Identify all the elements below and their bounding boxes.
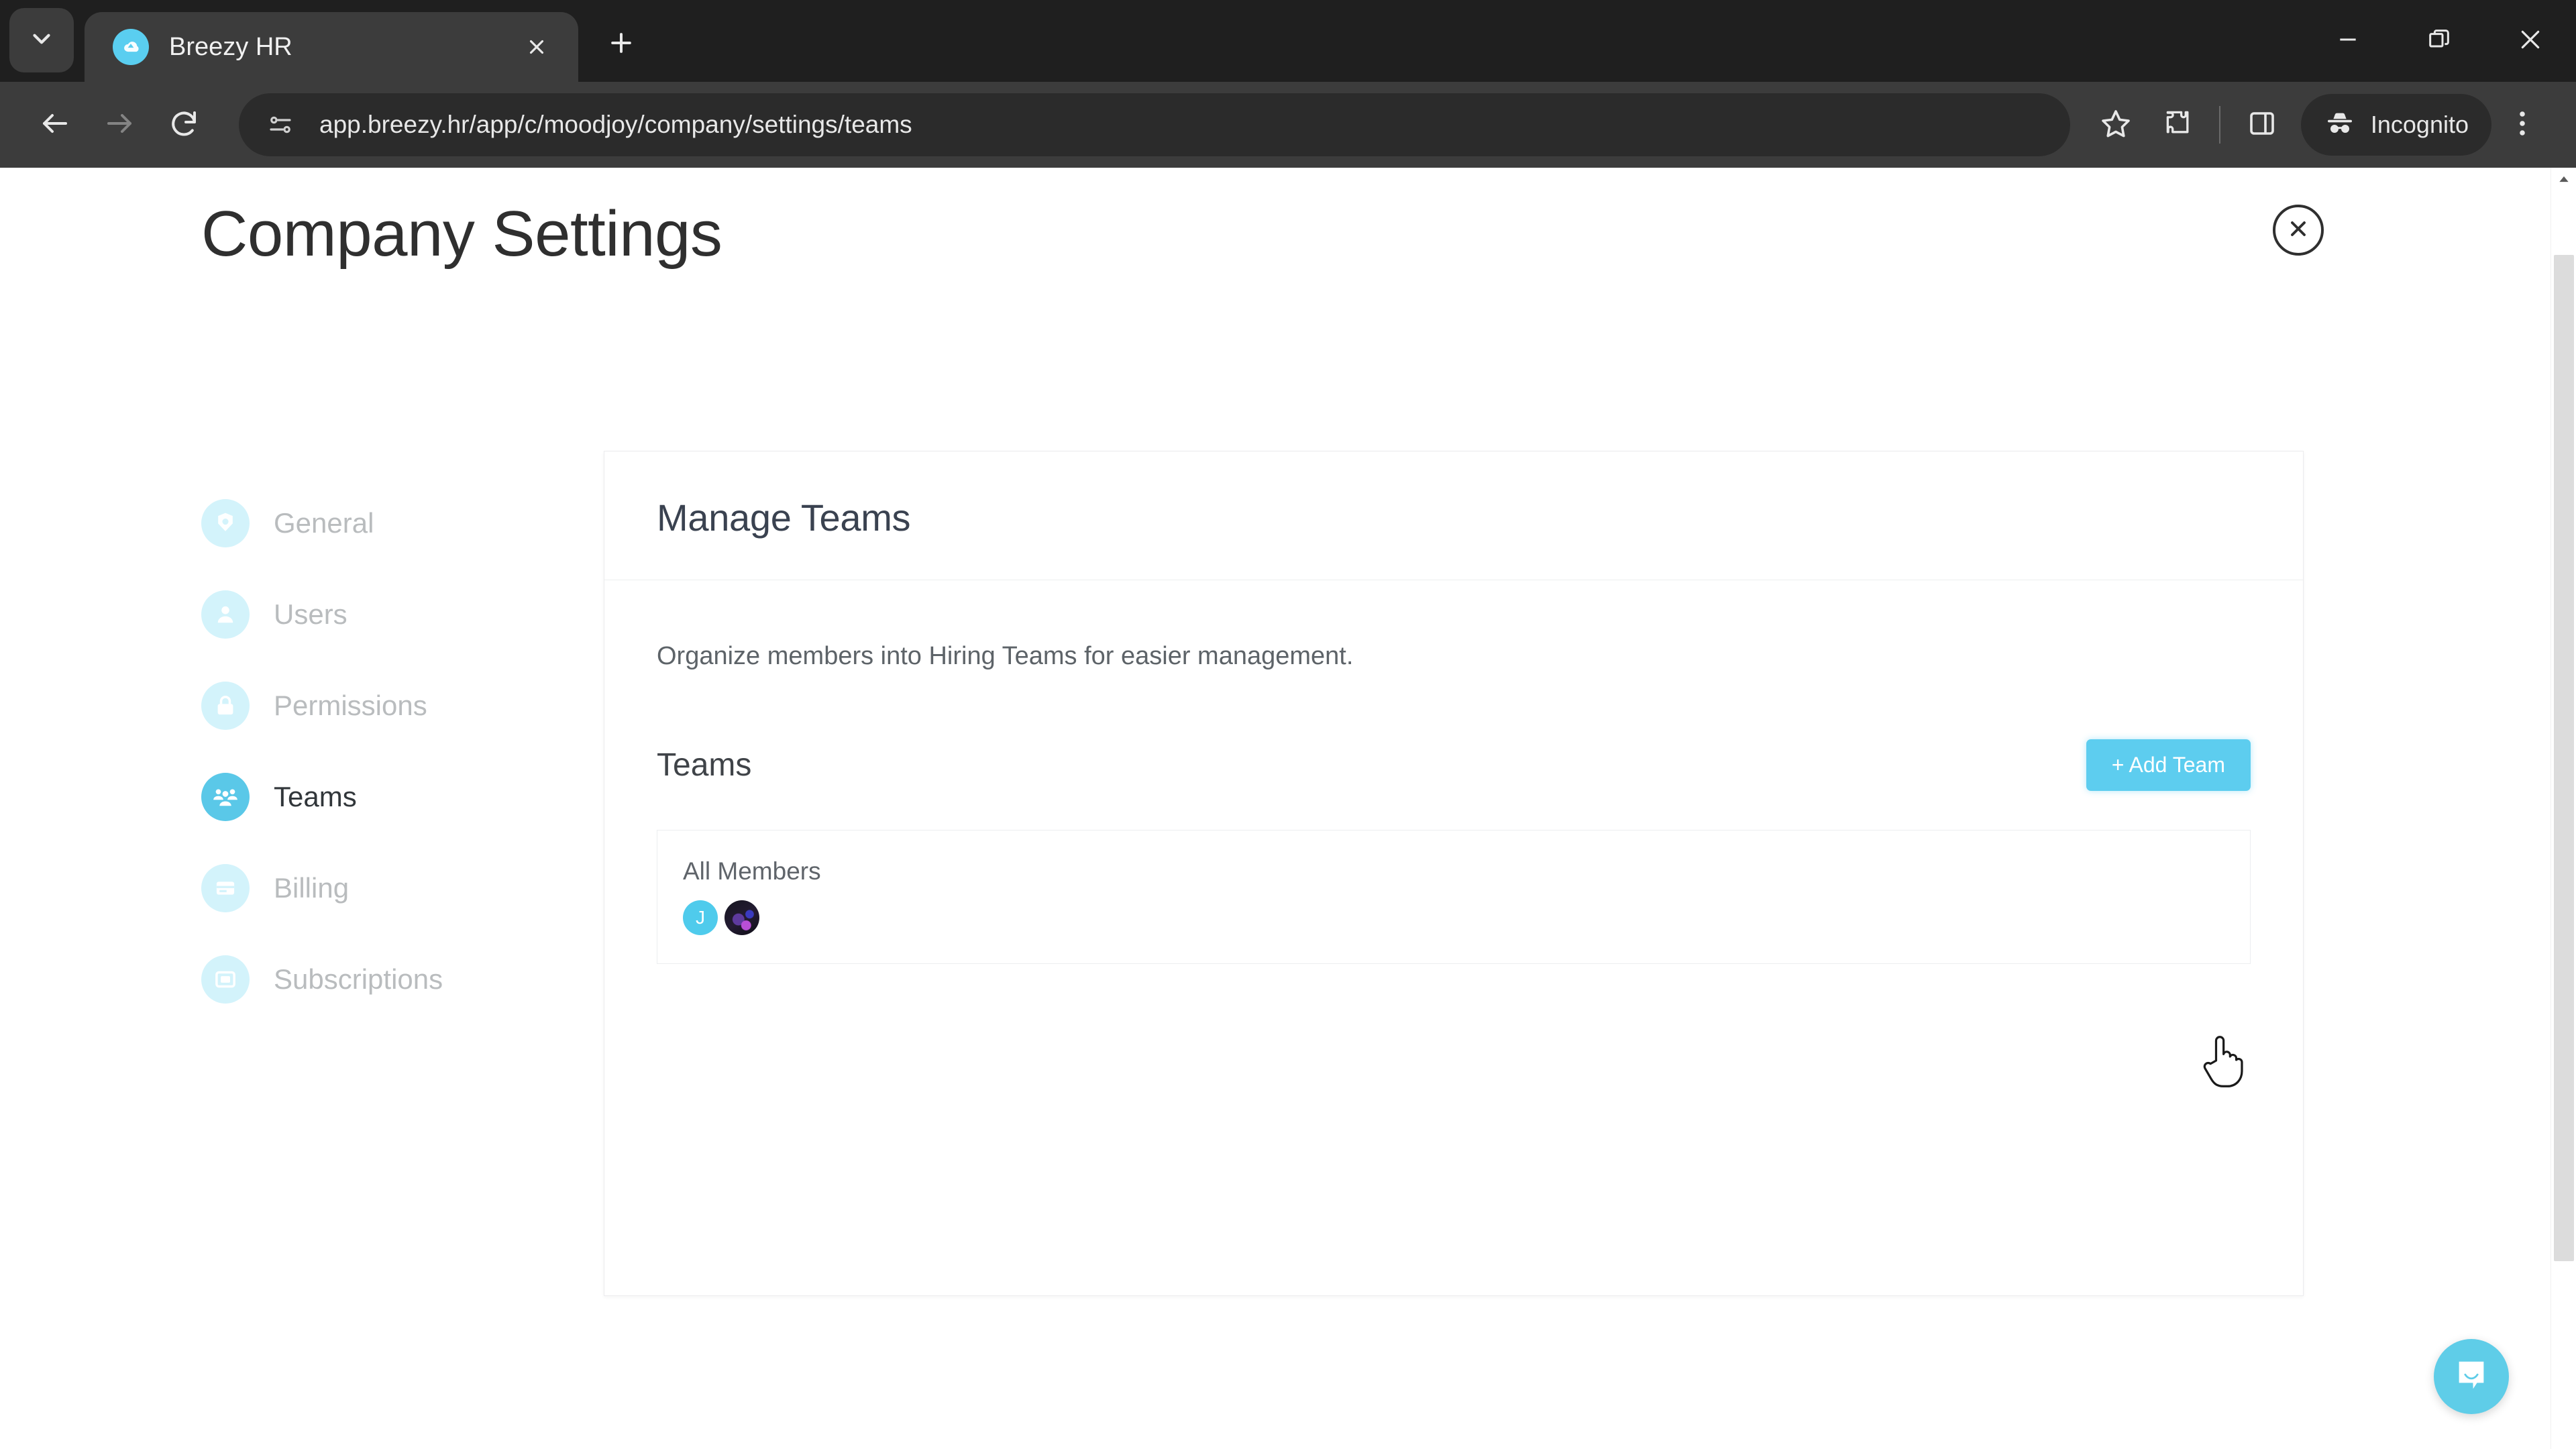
sidebar-item-label: General: [274, 507, 374, 539]
kebab-menu-icon: [2506, 107, 2538, 143]
back-button[interactable]: [23, 93, 87, 157]
forward-button[interactable]: [87, 93, 152, 157]
minimize-icon: [2334, 26, 2361, 56]
close-settings-button[interactable]: [2273, 205, 2324, 256]
window-close-button[interactable]: [2485, 0, 2576, 82]
restore-icon: [2426, 26, 2453, 56]
user-icon: [201, 590, 250, 639]
teams-list: All Members J: [657, 830, 2251, 965]
sidebar-item-label: Users: [274, 598, 347, 630]
chrome-menu-button[interactable]: [2491, 94, 2553, 156]
monitor-icon: [201, 955, 250, 1004]
team-member-avatars: J: [683, 900, 2224, 936]
browser-toolbar: app.breezy.hr/app/c/moodjoy/company/sett…: [0, 82, 2576, 168]
window-controls: [2302, 0, 2576, 82]
new-tab-button[interactable]: [593, 16, 649, 72]
browser-tab-breezy-hr[interactable]: Breezy HR: [85, 12, 578, 82]
sidebar-item-permissions[interactable]: Permissions: [201, 676, 604, 735]
team-name: All Members: [683, 857, 821, 885]
toolbar-divider: [2218, 106, 2220, 144]
page-settings-icon[interactable]: [256, 101, 305, 149]
chat-bubble-icon: [2452, 1356, 2491, 1398]
card-icon: [201, 864, 250, 912]
teams-section-label: Teams: [657, 747, 752, 784]
settings-body: General Users Permissions Teams Billing …: [0, 451, 2551, 1296]
close-icon: [2286, 217, 2310, 244]
sidebar-item-label: Teams: [274, 781, 357, 812]
sidebar-item-teams[interactable]: Teams: [201, 767, 604, 826]
address-bar[interactable]: app.breezy.hr/app/c/moodjoy/company/sett…: [239, 93, 2070, 156]
team-row[interactable]: All Members J: [657, 830, 2250, 963]
cloud-icon: [113, 29, 149, 65]
page-title: Company Settings: [201, 198, 722, 270]
card-description: Organize members into Hiring Teams for e…: [657, 642, 1354, 670]
group-icon: [201, 773, 250, 821]
sidebar-item-label: Billing: [274, 872, 350, 904]
sidebar-item-billing[interactable]: Billing: [201, 859, 604, 918]
browser-window: Breezy HR app.breezy.hr/app/c/moodjoy/co…: [0, 0, 2576, 1449]
sidebar-item-general[interactable]: General: [201, 494, 604, 553]
sidebar-item-users[interactable]: Users: [201, 585, 604, 644]
tab-strip: Breezy HR: [0, 0, 2576, 82]
sidebar-item-subscriptions[interactable]: Subscriptions: [201, 950, 604, 1009]
card-header: Manage Teams: [604, 451, 2303, 580]
manage-teams-card: Manage Teams Organize members into Hirin…: [604, 451, 2304, 1296]
tab-close-button[interactable]: [518, 28, 555, 66]
star-icon: [2100, 107, 2132, 143]
arrow-left-icon: [39, 107, 71, 143]
close-icon: [2517, 26, 2544, 56]
extensions-button[interactable]: [2147, 94, 2208, 156]
plus-icon: [606, 28, 636, 61]
avatar[interactable]: [724, 900, 759, 936]
intercom-launcher-button[interactable]: [2434, 1339, 2509, 1414]
page-scrollbar[interactable]: [2551, 168, 2576, 1449]
page-viewport: Company Settings General Users Permissio…: [0, 168, 2576, 1449]
url-text: app.breezy.hr/app/c/moodjoy/company/sett…: [319, 111, 912, 138]
avatar[interactable]: J: [683, 900, 718, 936]
scrollbar-up-button[interactable]: [2551, 168, 2576, 193]
chevron-down-icon: [28, 25, 56, 56]
gear-icon: [201, 499, 250, 547]
incognito-icon: [2324, 107, 2356, 143]
bookmark-button[interactable]: [2085, 94, 2147, 156]
incognito-label: Incognito: [2370, 111, 2469, 138]
reload-icon: [168, 107, 200, 143]
card-heading: Manage Teams: [657, 496, 911, 539]
puzzle-icon: [2161, 107, 2194, 143]
window-minimize-button[interactable]: [2302, 0, 2394, 82]
side-panel-icon: [2246, 107, 2278, 143]
page-header: Company Settings: [0, 168, 2551, 302]
teams-section-header: Teams + Add Team: [604, 675, 2303, 792]
incognito-profile-button[interactable]: Incognito: [2300, 94, 2491, 156]
reload-button[interactable]: [152, 93, 216, 157]
lock-icon: [201, 682, 250, 730]
tab-search-button[interactable]: [9, 8, 74, 72]
company-settings-page: Company Settings General Users Permissio…: [0, 168, 2551, 1449]
arrow-right-icon: [103, 107, 136, 143]
add-team-button[interactable]: + Add Team: [2086, 739, 2251, 792]
caret-up-icon: [2557, 172, 2571, 189]
settings-sidebar: General Users Permissions Teams Billing …: [201, 451, 604, 1296]
sidebar-item-label: Subscriptions: [274, 963, 443, 995]
sidebar-item-label: Permissions: [274, 690, 427, 721]
tab-title: Breezy HR: [169, 32, 292, 61]
side-panel-button[interactable]: [2231, 94, 2293, 156]
scrollbar-thumb[interactable]: [2554, 255, 2574, 1261]
window-maximize-button[interactable]: [2394, 0, 2485, 82]
